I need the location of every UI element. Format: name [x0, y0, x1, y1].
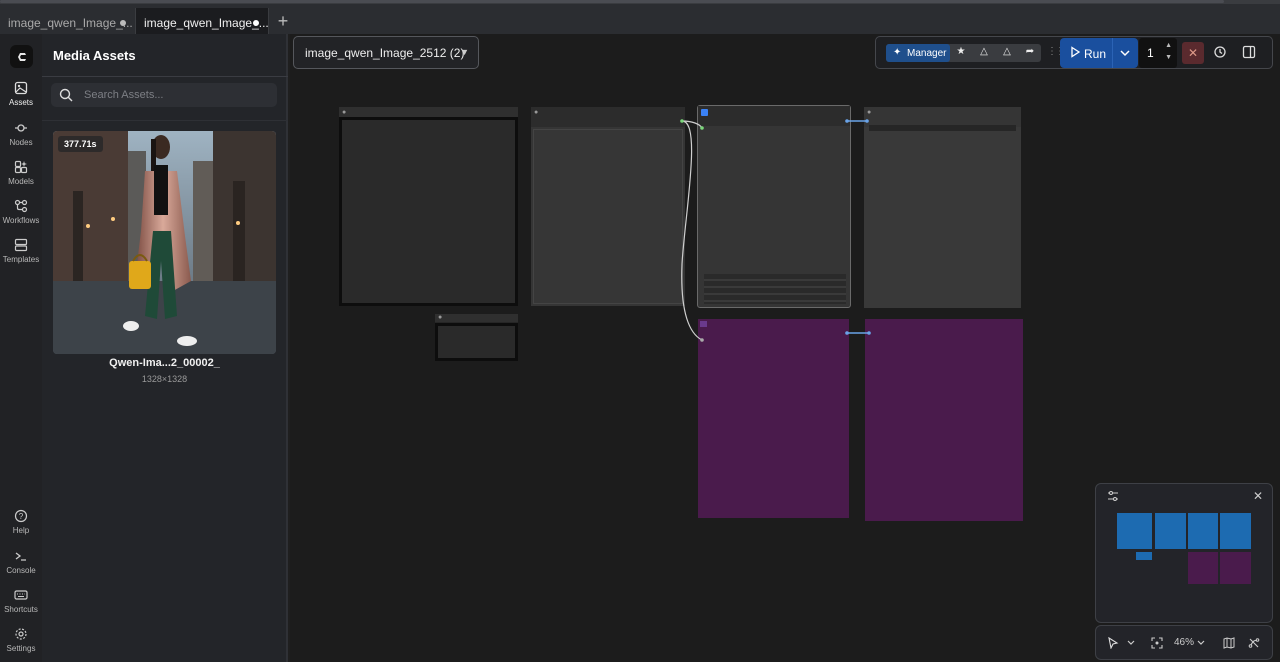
rail-shortcuts-button[interactable]: Shortcuts	[0, 588, 42, 614]
panel-title: Media Assets	[53, 48, 136, 63]
rail-label: Nodes	[9, 138, 33, 147]
asset-thumbnail[interactable]: 377.71s	[53, 131, 276, 354]
unsaved-dot-icon	[253, 20, 259, 26]
new-tab-plus-icon[interactable]: +	[276, 12, 290, 30]
rail-label: Settings	[6, 644, 36, 653]
rail-console-button[interactable]: Console	[0, 549, 42, 575]
fit-view-icon[interactable]	[1151, 637, 1163, 649]
keyboard-icon	[14, 590, 28, 600]
rail-label: Assets	[8, 98, 33, 107]
rail-label: Help	[12, 526, 30, 535]
rail-label: Shortcuts	[4, 605, 38, 614]
zoom-level[interactable]: 46%	[1174, 637, 1194, 648]
rail-help-button[interactable]: ? Help	[0, 509, 42, 535]
tab-bar: image_qwen_Image_... image_qwen_Image_..…	[0, 0, 1280, 38]
asset-name: Qwen-Ima...2_00002_	[109, 357, 220, 369]
models-icon	[14, 160, 28, 174]
image-icon	[14, 81, 28, 95]
app-logo-icon[interactable]	[10, 45, 33, 68]
rail-label: Templates	[2, 255, 40, 264]
minimap-node	[1188, 552, 1218, 584]
help-icon: ?	[14, 509, 28, 523]
rail-nodes-button[interactable]: Nodes	[0, 121, 42, 147]
rail-label: Models	[8, 177, 34, 186]
close-icon[interactable]: ✕	[1253, 489, 1263, 503]
map-icon[interactable]	[1223, 637, 1235, 649]
minimap-node	[1136, 552, 1152, 560]
minimap-node	[1117, 513, 1152, 549]
horizontal-scrollbar[interactable]	[0, 0, 1224, 3]
chevron-down-icon[interactable]	[1196, 637, 1206, 649]
duration-badge: 377.71s	[58, 136, 103, 152]
asset-image	[53, 131, 276, 354]
rail-models-button[interactable]: Models	[0, 160, 42, 186]
hide-links-icon[interactable]	[1248, 637, 1260, 649]
graph-canvas[interactable]: image_qwen_Image_2512 (2) ▼ ✦ Manager ★ …	[290, 34, 1280, 662]
templates-icon	[14, 238, 28, 252]
chevron-down-icon[interactable]	[1126, 637, 1136, 649]
divider	[42, 120, 288, 121]
gear-icon	[15, 628, 27, 640]
console-icon	[15, 552, 26, 561]
workflows-icon	[14, 199, 28, 213]
unsaved-dot-icon	[120, 20, 126, 26]
minimap-node	[1155, 513, 1186, 549]
minimap[interactable]: ✕	[1095, 483, 1273, 623]
rail-settings-button[interactable]: Settings	[0, 627, 42, 653]
rail-templates-button[interactable]: Templates	[0, 238, 42, 264]
divider	[42, 76, 288, 77]
tab-label: image_qwen_Image_...	[8, 16, 133, 30]
canvas-controls: 46%	[1095, 625, 1273, 660]
settings-sliders-icon[interactable]	[1107, 490, 1119, 502]
tab-label: image_qwen_Image_...	[144, 16, 269, 30]
media-assets-panel: Media Assets Search Assets... 377.71s Qw…	[42, 34, 288, 662]
icon-rail: Assets Nodes Models Workflows Templates …	[0, 34, 42, 662]
svg-text:?: ?	[19, 512, 24, 521]
rail-label: Console	[6, 566, 36, 575]
nodes-icon	[15, 124, 27, 132]
search-icon	[59, 88, 73, 102]
minimap-node	[1220, 552, 1251, 584]
minimap-node	[1188, 513, 1218, 549]
minimap-node	[1220, 513, 1251, 549]
search-placeholder: Search Assets...	[84, 89, 164, 101]
asset-dimensions: 1328×1328	[141, 374, 188, 384]
rail-assets-button[interactable]: Assets	[0, 81, 42, 107]
pointer-icon[interactable]	[1107, 637, 1119, 649]
rail-workflows-button[interactable]: Workflows	[0, 199, 42, 225]
search-input[interactable]: Search Assets...	[51, 83, 277, 107]
rail-label: Workflows	[2, 216, 40, 225]
